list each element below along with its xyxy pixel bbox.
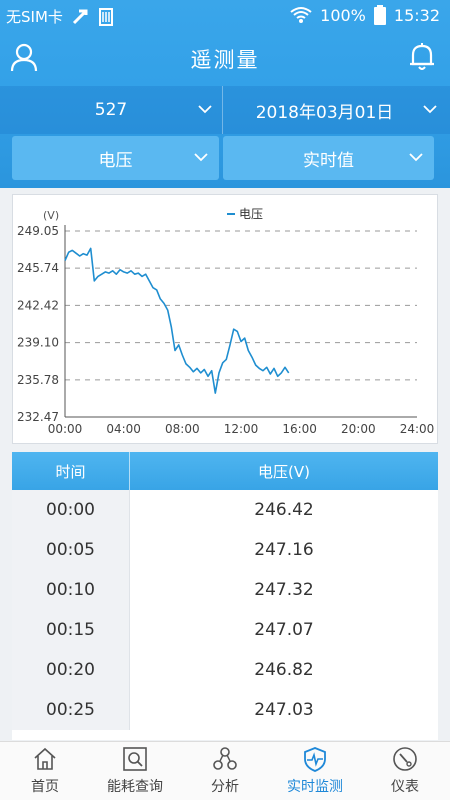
voltage-cell: 247.07 [130,610,438,650]
voltage-cell: 246.42 [130,490,438,530]
date-value: 2018年03月01日 [255,102,394,123]
x-tick-label: 16:00 [282,422,317,436]
nav-label: 分析 [211,779,239,795]
carrier-label: 无SIM卡 [6,8,63,26]
table-row: 00:25 247.03 [12,690,438,730]
page-title: 遥测量 [190,48,260,72]
value-type-value: 实时值 [303,150,354,171]
x-tick-label: 24:00 [400,422,435,436]
voltage-cell: 247.32 [130,570,438,610]
gauge-icon [393,747,417,771]
y-tick-label: 242.42 [17,298,59,312]
nav-energy-search[interactable]: 能耗查询 [90,742,180,800]
nav-realtime-monitor[interactable]: 实时监测 [270,742,360,800]
chevron-down-icon [198,105,212,114]
chevron-down-icon [409,153,423,162]
y-tick-label: 239.10 [17,336,59,350]
app-header: 无SIM卡 100% 15:32 遥测量 527 2018年03月01日 电压 [0,0,450,188]
x-tick-label: 04:00 [106,422,141,436]
nav-label: 首页 [31,779,59,795]
legend-label: 电压 [239,207,263,221]
chart-grid [65,230,417,381]
voltage-cell: 247.03 [130,690,438,730]
y-tick-label: 245.74 [17,261,59,275]
filter-row-primary: 527 2018年03月01日 [0,86,450,134]
filter-row-secondary: 电压 实时值 [12,136,434,180]
nav-label: 能耗查询 [107,779,163,795]
time-cell: 00:10 [12,570,130,610]
y-tick-label: 249.05 [17,224,59,238]
x-tick-label: 20:00 [341,422,376,436]
monitor-icon [304,747,326,772]
data-table[interactable]: 00:00 246.42 00:05 247.16 00:10 247.32 00:15 24… [12,490,438,740]
time-cell: 00:05 [12,530,130,570]
date-dropdown[interactable]: 2018年03月01日 [223,86,450,134]
table-row: 00:20 246.82 [12,650,438,690]
table-header: 时间 电压(V) [12,452,438,490]
voltage-chart: 249.05 245.74 242.42 239.10 235.78 232.47 00:0… [12,194,438,444]
analysis-icon [213,747,237,770]
voltage-cell: 246.82 [130,650,438,690]
battery-percent: 100% [320,5,366,25]
table-row: 00:10 247.32 [12,570,438,610]
metric-value: 电压 [98,150,133,171]
time-cell: 00:15 [12,610,130,650]
y-tick-label: 235.78 [17,373,59,387]
value-type-dropdown[interactable]: 实时值 [223,136,434,180]
chart-canvas: 249.05245.74242.42239.10235.78232.4700:0… [17,207,435,436]
battery-icon [373,5,386,25]
table-row: 00:05 247.16 [12,530,438,570]
home-icon [34,747,56,770]
table-row: 00:00 246.42 [12,490,438,530]
time-cell: 00:00 [12,490,130,530]
table-row: 00:15 247.07 [12,610,438,650]
time-cell: 00:25 [12,690,130,730]
no-sim-icon [72,9,88,24]
sim-card-icon [98,7,113,26]
chart-legend: 电压 [227,207,263,221]
voltage-cell: 247.16 [130,530,438,570]
col-header-time: 时间 [12,452,130,490]
chevron-down-icon [194,153,208,162]
nav-analysis[interactable]: 分析 [180,742,270,800]
wifi-icon [290,7,312,23]
x-tick-label: 08:00 [165,422,200,436]
device-value: 527 [94,100,128,120]
chart-series [64,247,290,394]
voltage-series-line [64,247,290,394]
nav-label: 仪表 [391,779,419,795]
chevron-down-icon [423,105,437,114]
clock: 15:32 [393,5,440,25]
y-axis-unit: (V) [43,209,59,222]
x-tick-label: 12:00 [224,422,259,436]
energy-search-icon [123,747,147,771]
metric-dropdown[interactable]: 电压 [12,136,219,180]
title-bar: 遥测量 [0,38,450,78]
time-cell: 00:20 [12,650,130,690]
device-dropdown[interactable]: 527 [0,86,222,134]
col-header-voltage: 电压(V) [258,462,310,481]
nav-home[interactable]: 首页 [0,742,90,800]
bottom-nav: 首页 能耗查询 分析 实时监测 仪表 [0,741,450,800]
bell-icon[interactable] [408,42,436,72]
nav-label: 实时监测 [287,779,343,795]
x-tick-label: 00:00 [48,422,83,436]
nav-gauge[interactable]: 仪表 [360,742,450,800]
status-bar: 无SIM卡 100% 15:32 [0,0,450,30]
